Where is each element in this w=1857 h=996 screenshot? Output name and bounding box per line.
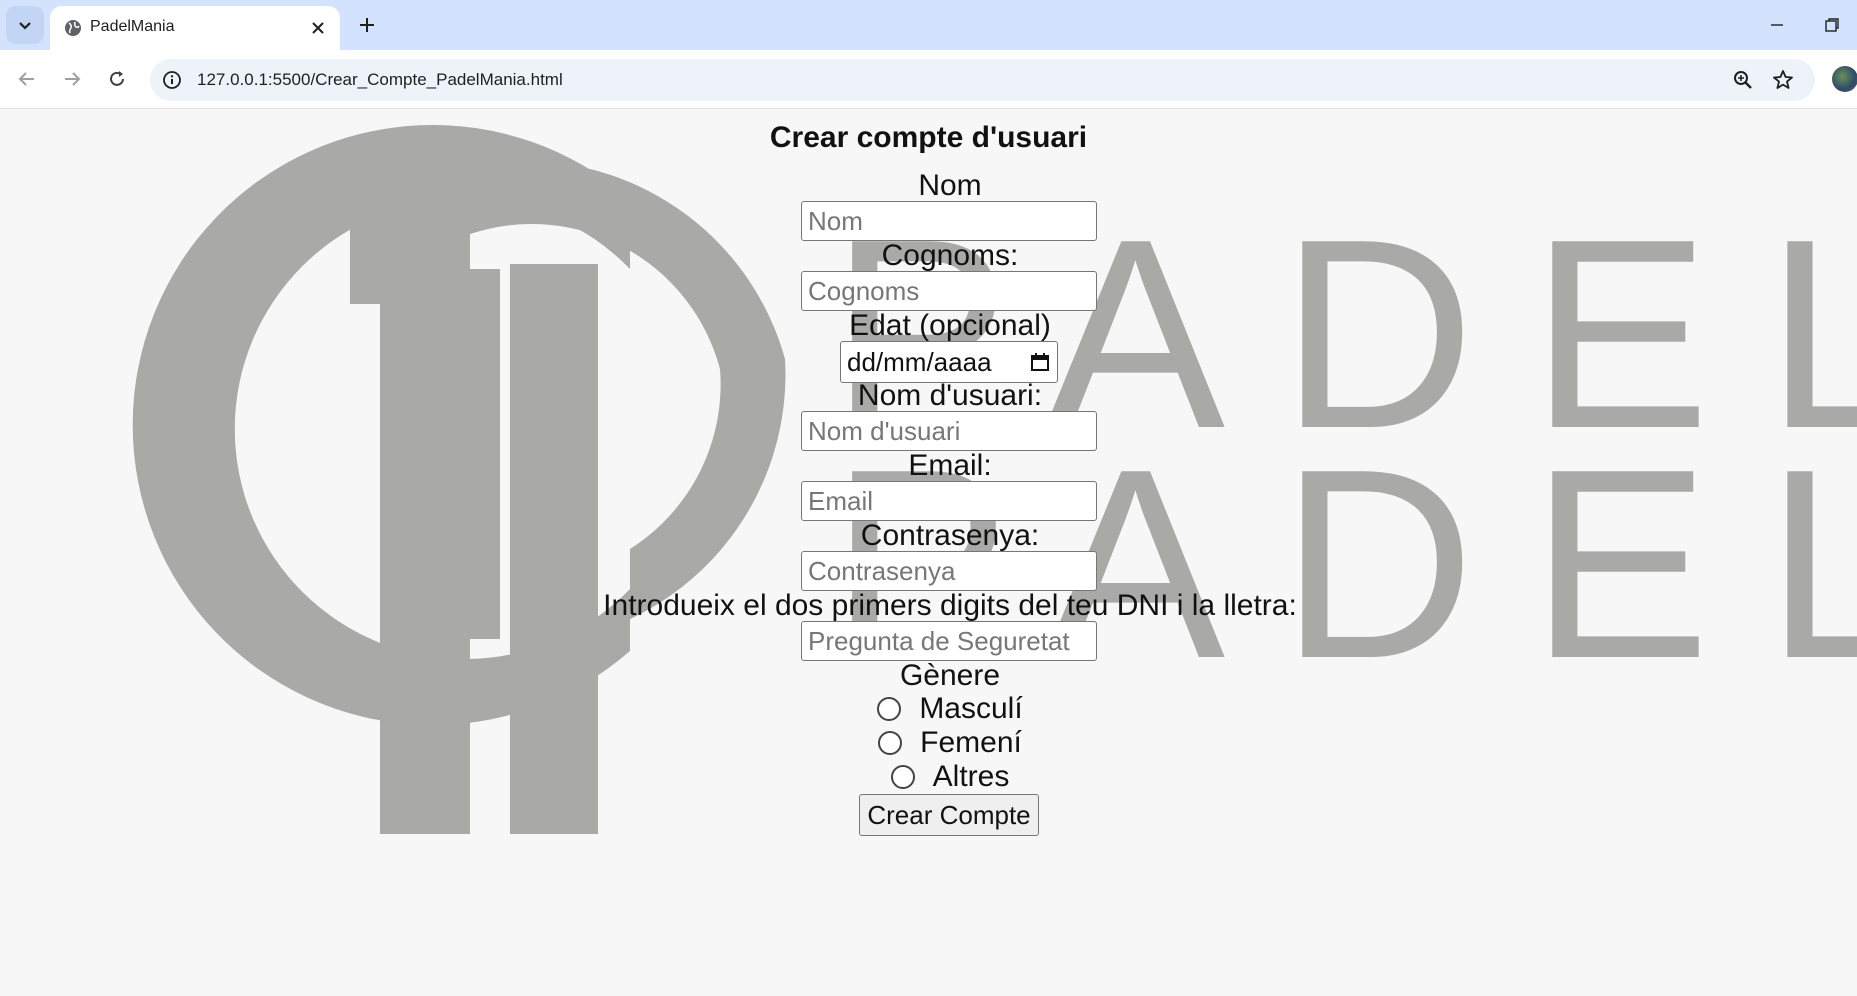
radio-label: Masculí: [919, 692, 1023, 725]
edat-date-input[interactable]: dd/mm/aaaa: [840, 341, 1058, 383]
info-icon: [163, 71, 181, 89]
radio-option-altres[interactable]: Altres: [0, 759, 1857, 795]
restore-icon: [1825, 18, 1839, 32]
url-text: 127.0.0.1:5500/Crear_Compte_PadelMania.h…: [197, 70, 563, 89]
site-info-button[interactable]: [160, 68, 184, 92]
chevron-down-icon: [19, 22, 31, 30]
nom-input[interactable]: Nom: [801, 201, 1097, 241]
label-nom: Nom: [918, 169, 982, 202]
globe-icon: [65, 20, 81, 36]
arrow-left-icon: [18, 72, 34, 86]
page-content: PADEL PADEL Crear compte d'usuari Nom No…: [0, 109, 1857, 996]
zoom-icon[interactable]: [1731, 68, 1755, 92]
radio-button[interactable]: [878, 731, 903, 755]
new-tab-button[interactable]: [350, 8, 384, 42]
bookmark-star-icon[interactable]: [1771, 68, 1795, 92]
date-value: dd/mm/aaaa: [847, 347, 992, 377]
forward-button[interactable]: [55, 62, 89, 96]
minimize-icon: [1771, 24, 1783, 26]
plus-icon: [360, 18, 374, 32]
email-input[interactable]: Email: [801, 481, 1097, 521]
back-button[interactable]: [10, 62, 44, 96]
security-question-input[interactable]: Pregunta de Seguretat: [801, 621, 1097, 661]
browser-tab[interactable]: PadelMania: [50, 6, 340, 50]
page-title: Crear compte d'usuari: [769, 121, 1088, 154]
radio-label: Femení: [920, 726, 1022, 759]
tab-search-button[interactable]: [6, 6, 44, 44]
radio-option-masculi[interactable]: Masculí: [0, 691, 1857, 727]
label-nom-usuari: Nom d'usuari:: [857, 379, 1043, 412]
reload-icon: [110, 71, 124, 86]
radio-label: Altres: [932, 760, 1010, 793]
label-contrasenya: Contrasenya:: [860, 519, 1040, 552]
browser-toolbar: 127.0.0.1:5500/Crear_Compte_PadelMania.h…: [0, 50, 1857, 109]
password-input[interactable]: Contrasenya: [801, 551, 1097, 591]
tab-title: PadelMania: [90, 18, 175, 35]
close-tab-button[interactable]: [304, 14, 332, 42]
cognoms-input[interactable]: Cognoms: [801, 271, 1097, 311]
close-icon: [312, 22, 324, 34]
profile-avatar[interactable]: [1832, 66, 1857, 92]
minimize-button[interactable]: [1760, 10, 1794, 40]
radio-option-femeni[interactable]: Femení: [0, 725, 1857, 761]
tab-strip: PadelMania: [0, 0, 1857, 50]
label-edat: Edat (opcional): [849, 309, 1051, 342]
create-account-button[interactable]: Crear Compte: [859, 794, 1039, 836]
label-security-question: Introdueix el dos primers digits del teu…: [603, 589, 1297, 622]
calendar-icon[interactable]: [1029, 351, 1051, 373]
radio-button[interactable]: [877, 697, 902, 721]
arrow-right-icon: [65, 72, 81, 86]
reload-button[interactable]: [100, 62, 134, 96]
username-input[interactable]: Nom d'usuari: [801, 411, 1097, 451]
restore-button[interactable]: [1815, 10, 1849, 40]
label-genere: Gènere: [899, 659, 1001, 692]
label-cognoms: Cognoms:: [881, 239, 1019, 272]
radio-button[interactable]: [890, 765, 915, 789]
label-email: Email:: [908, 449, 992, 482]
address-bar[interactable]: 127.0.0.1:5500/Crear_Compte_PadelMania.h…: [150, 59, 1815, 101]
